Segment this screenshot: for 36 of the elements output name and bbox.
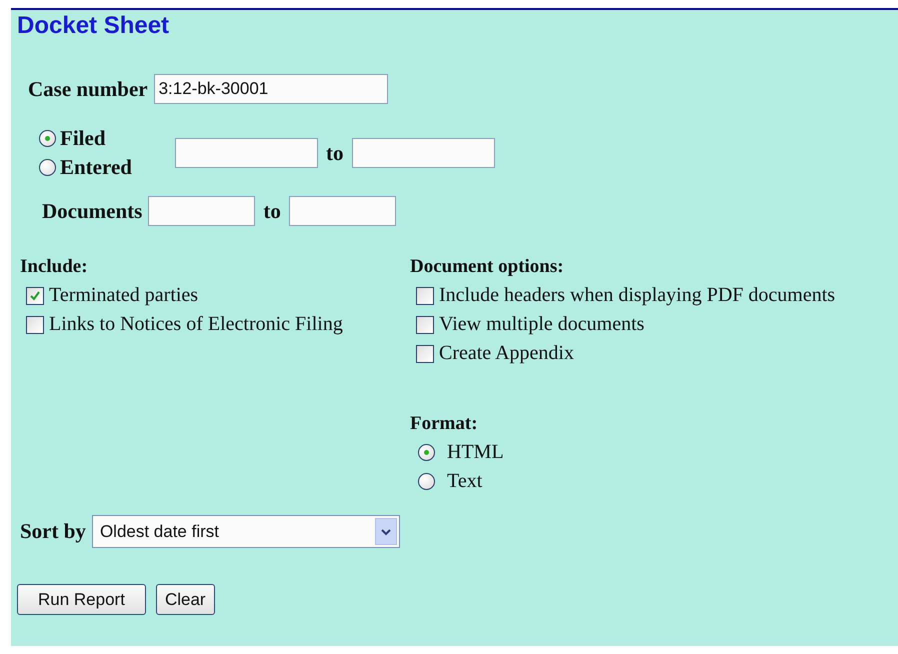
sort-dropdown[interactable]: Oldest date first	[92, 515, 400, 548]
radio-button[interactable]	[418, 444, 435, 461]
input-field[interactable]	[288, 196, 396, 226]
checkbox-label: Terminated parties	[49, 284, 198, 307]
section-heading: Format:	[410, 413, 479, 435]
checkbox[interactable]	[26, 316, 44, 334]
checkbox[interactable]	[26, 286, 44, 304]
checkbox-label: Create Appendix	[439, 342, 574, 365]
field-label: Documents	[42, 198, 142, 224]
checkbox[interactable]	[416, 344, 434, 362]
radio-label: HTML	[447, 441, 504, 464]
field-label: Sort by	[20, 519, 86, 544]
input-field[interactable]	[148, 196, 256, 226]
radio-label: Filed	[60, 126, 106, 151]
radio-button[interactable]	[39, 130, 56, 147]
separator-label: to	[263, 198, 281, 224]
section-heading: Document options:	[410, 256, 565, 278]
input-field[interactable]	[175, 138, 318, 168]
radio-label: Text	[447, 470, 482, 493]
checkbox-label: Include headers when displaying PDF documents	[439, 284, 836, 307]
checkbox-label: Links to Notices of Electronic Filing	[49, 313, 343, 336]
checkbox[interactable]	[416, 286, 434, 304]
input-field[interactable]	[352, 138, 494, 168]
input-field[interactable]: 3:12-bk-30001	[154, 74, 388, 104]
run-report-button[interactable]: Run Report	[17, 584, 146, 615]
radio-button[interactable]	[418, 473, 435, 490]
section-heading: Include:	[20, 256, 89, 278]
radio-label: Entered	[60, 155, 132, 180]
clear-button[interactable]: Clear	[156, 584, 215, 615]
checkbox-label: View multiple documents	[439, 313, 644, 336]
separator-label: to	[326, 140, 344, 166]
field-label: Case number	[28, 76, 148, 102]
checkmark-icon	[28, 288, 42, 302]
checkbox[interactable]	[416, 316, 434, 334]
page-title: Docket Sheet	[17, 12, 170, 40]
radio-button[interactable]	[39, 159, 56, 176]
